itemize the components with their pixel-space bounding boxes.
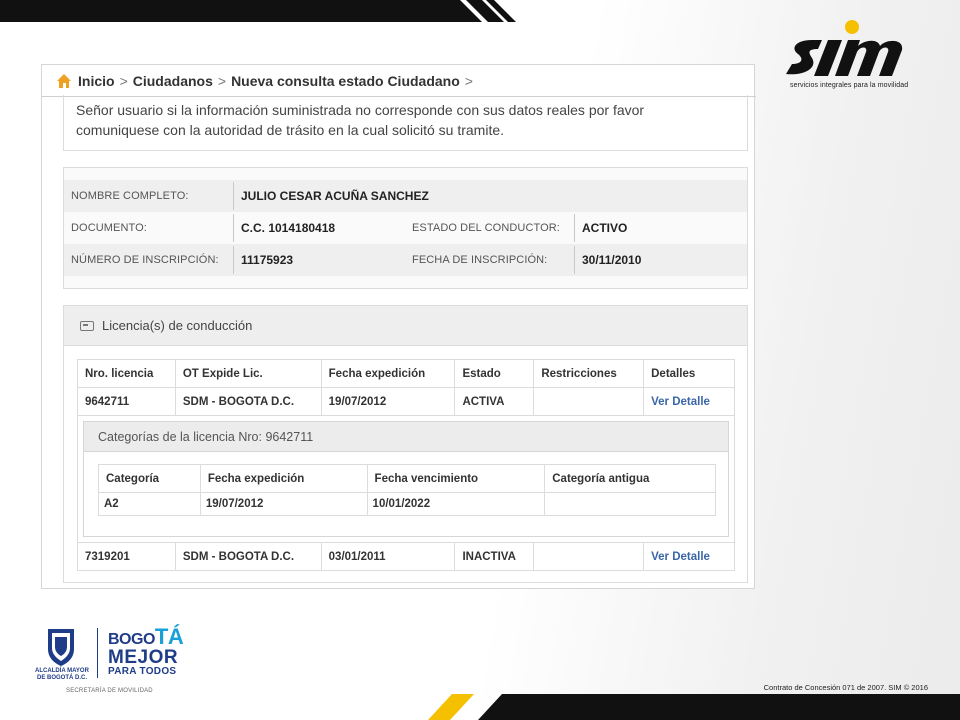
breadcrumb-current[interactable]: Nueva consulta estado Ciudadano bbox=[231, 73, 460, 89]
notice-line-1: Señor usuario si la información suminist… bbox=[76, 102, 645, 118]
license-status: INACTIVA bbox=[454, 542, 535, 571]
license-issuer: SDM - BOGOTA D.C. bbox=[174, 387, 322, 416]
breadcrumb-separator: > bbox=[464, 72, 473, 89]
contract-footer: Contrato de Concesión 071 de 2007. SIM ©… bbox=[763, 683, 928, 692]
bogota-pre: BOGO bbox=[108, 631, 155, 648]
row-full-name: NOMBRE COMPLETO: JULIO CESAR ACUÑA SANCH… bbox=[64, 180, 747, 212]
breadcrumb-citizens[interactable]: Ciudadanos bbox=[133, 73, 213, 89]
col-details: Detalles bbox=[643, 359, 735, 388]
home-icon[interactable] bbox=[56, 73, 72, 89]
bogota-para-todos: PARA TODOS bbox=[108, 666, 177, 677]
license-restrictions bbox=[533, 542, 645, 571]
sim-logo: servicios integrales para la movilidad bbox=[782, 18, 932, 94]
breadcrumb-separator: > bbox=[119, 72, 128, 89]
col-issue-date: Fecha expedición bbox=[320, 359, 456, 388]
id-card-icon bbox=[80, 320, 94, 331]
bogota-mejor-logo: BOGOTÁ MEJOR PARA TODOS bbox=[108, 626, 184, 677]
info-notice: Señor usuario si la información suminist… bbox=[63, 95, 748, 151]
breadcrumb-separator: > bbox=[217, 72, 227, 89]
category-expiry-date: 10/01/2022 bbox=[366, 492, 546, 516]
sim-wordmark bbox=[786, 20, 903, 76]
table-row: 7319201 SDM - BOGOTA D.C. 03/01/2011 INA… bbox=[77, 542, 735, 571]
license-issuer: SDM - BOGOTA D.C. bbox=[174, 542, 322, 571]
license-restrictions bbox=[533, 387, 645, 416]
license-categories-row: Categorías de la licencia Nro: 9642711 C… bbox=[77, 415, 735, 543]
row-inscription: NÚMERO DE INSCRIPCIÓN: 11175923 FECHA DE… bbox=[64, 244, 747, 276]
logo-divider bbox=[97, 628, 98, 678]
licenses-table-header: Nro. licencia OT Expide Lic. Fecha exped… bbox=[77, 359, 735, 388]
inscription-number-label: NÚMERO DE INSCRIPCIÓN: bbox=[71, 254, 219, 266]
row-document: DOCUMENTO: C.C. 1014180418 ESTADO DEL CO… bbox=[64, 212, 747, 244]
bottom-decor-bar bbox=[428, 694, 960, 720]
full-name-value: JULIO CESAR ACUÑA SANCHEZ bbox=[241, 189, 429, 203]
column-divider bbox=[574, 246, 575, 274]
sim-tagline: servicios integrales para la movilidad bbox=[790, 82, 909, 89]
inscription-date-label: FECHA DE INSCRIPCIÓN: bbox=[412, 254, 548, 266]
document-label: DOCUMENTO: bbox=[71, 222, 147, 234]
col-cat-issue-date: Fecha expedición bbox=[199, 464, 368, 493]
categories-table: Categoría Fecha expedición Fecha vencimi… bbox=[98, 464, 716, 516]
col-old-category: Categoría antigua bbox=[544, 464, 716, 493]
driver-status-value: ACTIVO bbox=[582, 221, 628, 235]
col-restrictions: Restricciones bbox=[533, 359, 645, 388]
column-divider bbox=[233, 246, 234, 274]
license-number: 7319201 bbox=[77, 542, 176, 571]
license-issue-date: 03/01/2011 bbox=[320, 542, 456, 571]
license-status: ACTIVA bbox=[454, 387, 535, 416]
table-row: 9642711 SDM - BOGOTA D.C. 19/07/2012 ACT… bbox=[77, 387, 735, 416]
categories-title: Categorías de la licencia Nro: 9642711 bbox=[84, 422, 728, 452]
alcaldia-line-1: ALCALDÍA MAYOR bbox=[35, 668, 89, 674]
licenses-table: Nro. licencia OT Expide Lic. Fecha exped… bbox=[77, 359, 735, 571]
notice-line-2: comuniquese con la autoridad de trásito … bbox=[76, 122, 505, 138]
col-issuer: OT Expide Lic. bbox=[174, 359, 322, 388]
licenses-panel: Licencia(s) de conducción Nro. licencia … bbox=[63, 305, 748, 583]
col-status: Estado bbox=[454, 359, 535, 388]
breadcrumb: Inicio > Ciudadanos > Nueva consulta est… bbox=[42, 65, 756, 97]
column-divider bbox=[574, 214, 575, 242]
col-license-number: Nro. licencia bbox=[77, 359, 176, 388]
inscription-number-value: 11175923 bbox=[241, 253, 294, 267]
licenses-header: Licencia(s) de conducción bbox=[64, 306, 747, 346]
categories-panel: Categorías de la licencia Nro: 9642711 C… bbox=[83, 421, 729, 537]
coat-of-arms-icon bbox=[48, 629, 74, 666]
document-value: C.C. 1014180418 bbox=[241, 221, 336, 235]
col-cat-expiry-date: Fecha vencimiento bbox=[366, 464, 546, 493]
driver-info-panel: NOMBRE COMPLETO: JULIO CESAR ACUÑA SANCH… bbox=[63, 167, 748, 289]
bogota-logos: ALCALDÍA MAYOR DE BOGOTÁ D.C. BOGOTÁ MEJ… bbox=[34, 624, 204, 698]
alcaldia-text: ALCALDÍA MAYOR DE BOGOTÁ D.C. bbox=[34, 668, 90, 682]
column-divider bbox=[233, 214, 234, 242]
table-row: A2 19/07/2012 10/01/2022 bbox=[98, 492, 716, 516]
license-issue-date: 19/07/2012 bbox=[320, 387, 456, 416]
full-name-label: NOMBRE COMPLETO: bbox=[71, 190, 189, 202]
consulta-screenshot: Inicio > Ciudadanos > Nueva consulta est… bbox=[41, 64, 756, 589]
inscription-date-value: 30/11/2010 bbox=[582, 253, 642, 267]
categories-table-header: Categoría Fecha expedición Fecha vencimi… bbox=[98, 464, 716, 493]
alcaldia-line-2: DE BOGOTÁ D.C. bbox=[36, 675, 87, 681]
category-value: A2 bbox=[98, 492, 201, 516]
driver-status-label: ESTADO DEL CONDUCTOR: bbox=[412, 222, 560, 234]
col-category: Categoría bbox=[98, 464, 201, 493]
license-categories-cell: Categorías de la licencia Nro: 9642711 C… bbox=[77, 415, 735, 543]
ver-detalle-link[interactable]: Ver Detalle bbox=[643, 387, 735, 416]
breadcrumb-home[interactable]: Inicio bbox=[78, 73, 115, 89]
licenses-title: Licencia(s) de conducción bbox=[102, 318, 253, 333]
ver-detalle-link[interactable]: Ver Detalle bbox=[643, 542, 735, 571]
bogota-ta: TÁ bbox=[154, 624, 184, 649]
bogota-mejor: MEJOR bbox=[108, 647, 179, 668]
license-number: 9642711 bbox=[77, 387, 176, 416]
column-divider bbox=[233, 182, 234, 210]
category-issue-date: 19/07/2012 bbox=[199, 492, 368, 516]
category-old bbox=[544, 492, 716, 516]
